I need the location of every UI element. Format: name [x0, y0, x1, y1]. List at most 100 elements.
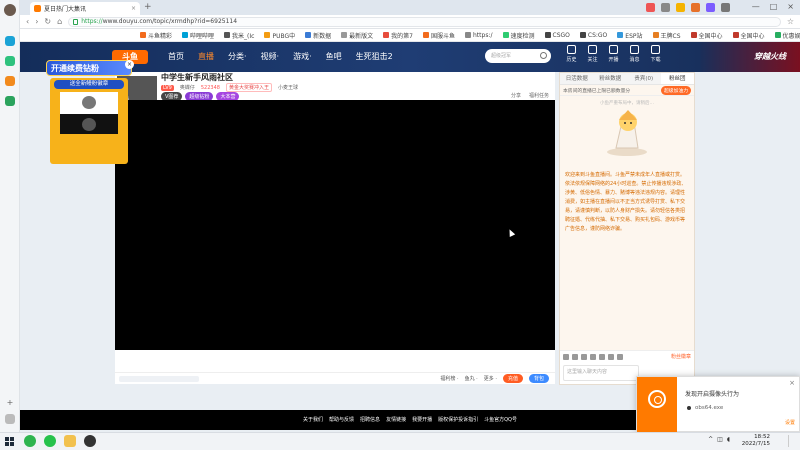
bookmark-item[interactable]: 新数据 [305, 31, 331, 40]
header-icon-item[interactable]: 下载 [647, 45, 664, 63]
url-field[interactable]: https://www.douyu.com/topic/xrmdhp?rid=6… [68, 16, 781, 27]
settings-icon[interactable] [5, 414, 15, 424]
bookmark-item[interactable]: PUBG中 [264, 31, 295, 40]
at-icon[interactable] [572, 353, 578, 360]
gift-item[interactable]: 福利榜 · [440, 375, 458, 382]
bookmark-item[interactable]: 国服斗鱼 [422, 31, 455, 40]
bookmark-item[interactable]: 优惠娱乐 [774, 31, 800, 40]
bookmark-item[interactable]: 我米_(Ic [224, 31, 254, 40]
header-icon-item[interactable]: 消息 [626, 45, 643, 63]
video-player[interactable] [115, 100, 555, 350]
header-banner[interactable]: 穿越火线 [700, 42, 800, 72]
footer-link[interactable]: 关于我们 [303, 410, 323, 430]
footer-link[interactable]: 我要开播 [412, 410, 432, 430]
start-icon[interactable] [5, 437, 14, 446]
show-desktop-button[interactable] [788, 435, 798, 447]
folder-icon[interactable] [64, 435, 76, 447]
chat-tab[interactable]: 粉丝数据 [594, 73, 628, 84]
trash-icon[interactable] [608, 353, 614, 360]
bookmark-item[interactable]: 我的第7 [383, 31, 413, 40]
app-icon[interactable] [5, 76, 15, 86]
header-icon-item[interactable]: 历史 [563, 45, 580, 63]
promo-close-icon[interactable]: × [125, 60, 134, 69]
scissors-icon[interactable] [646, 3, 655, 12]
site-nav-item[interactable]: 视频· [261, 51, 280, 62]
recharge-button[interactable]: 充值 [502, 374, 523, 383]
alert-settings-link[interactable]: 设置 [785, 419, 795, 426]
site-nav-item[interactable]: 游戏· [293, 51, 312, 62]
bookmark-item[interactable]: 全国中心 [732, 31, 765, 40]
site-search-input[interactable]: 超级冠军 [485, 49, 551, 63]
network-icon[interactable]: ◫ [717, 436, 723, 443]
bookmark-item[interactable]: 速度检测 [502, 31, 535, 40]
browser-tab[interactable]: 夏日热门大集讯 × [30, 2, 140, 15]
close-window-icon[interactable]: × [787, 2, 794, 11]
backpack-button[interactable]: 背包 [528, 374, 549, 383]
room-tag[interactable]: 黄金大奖赛冲入王 [225, 83, 272, 92]
bookmark-star-icon[interactable]: ☆ [787, 17, 794, 26]
chat-input[interactable]: 这里输入聊天内容 [563, 365, 639, 381]
settings-icon[interactable] [617, 353, 623, 360]
obs-icon[interactable] [84, 435, 96, 447]
task-button[interactable]: 福利任务 [529, 92, 549, 99]
site-nav-item[interactable]: 生死狙击2 [356, 51, 393, 62]
fans-badge-button[interactable]: 粉丝徽章 [671, 353, 691, 360]
star-icon[interactable] [676, 3, 685, 12]
site-nav-item[interactable]: 首页 [168, 51, 184, 62]
search-icon[interactable] [540, 52, 547, 59]
image-icon[interactable] [599, 353, 605, 360]
promo-popup[interactable]: 送全新鳗粉徽章 开通续费钻粉 × [46, 60, 134, 164]
add-icon[interactable]: + [5, 398, 15, 408]
site-nav-item[interactable]: 分类· [228, 51, 247, 62]
boost-button[interactable]: 超级加油力 [661, 85, 691, 95]
clock[interactable]: 18:52 2022/7/15 [742, 434, 770, 448]
game-icon[interactable] [691, 3, 700, 12]
room-category[interactable]: 小麦王球 [278, 84, 298, 91]
new-tab-button[interactable]: + [144, 2, 152, 12]
volume-icon[interactable]: ◖ [727, 436, 730, 443]
wechat-icon[interactable] [44, 435, 56, 447]
header-icon-item[interactable]: 开播 [605, 45, 622, 63]
chat-tab[interactable]: 日活数据 [560, 73, 594, 84]
emoji-icon[interactable] [563, 353, 569, 360]
chat-app-icon[interactable] [24, 435, 36, 447]
bookmark-item[interactable]: 斗鱼精彩 [140, 31, 172, 40]
footer-link[interactable]: 斗鱼官方QQ号 [484, 410, 517, 430]
forward-icon[interactable]: › [35, 17, 38, 26]
anchor-name[interactable]: 奥蝶仔 [180, 84, 195, 91]
bookmark-item[interactable]: CSGO [544, 32, 570, 39]
footer-link[interactable]: 帮助与反馈 [329, 410, 354, 430]
bookmark-item[interactable]: 最新版文 [341, 31, 373, 40]
reload-icon[interactable]: ↻ [44, 17, 51, 26]
close-tab-icon[interactable]: × [131, 5, 136, 12]
back-icon[interactable]: ‹ [26, 17, 29, 26]
grid-icon[interactable] [661, 3, 670, 12]
bookmark-item[interactable]: https:/ [465, 32, 493, 39]
tray-up-icon[interactable]: ^ [708, 436, 713, 443]
home-icon[interactable]: ⌂ [57, 17, 62, 26]
bookmark-item[interactable]: CS:GO [579, 32, 607, 39]
gift-icon[interactable] [581, 353, 587, 360]
minimize-icon[interactable]: — [752, 2, 760, 11]
maximize-icon[interactable]: □ [770, 2, 778, 11]
app-icon[interactable] [5, 96, 15, 106]
gift-slots[interactable] [119, 376, 199, 382]
footer-link[interactable]: 招聘信息 [360, 410, 380, 430]
menu-icon[interactable] [721, 3, 730, 12]
bookmark-item[interactable]: 王牌CS [652, 31, 681, 40]
site-nav-item[interactable]: 鱼吧 [326, 51, 342, 62]
lock-icon[interactable] [590, 353, 596, 360]
extension-icon[interactable] [706, 3, 715, 12]
chat-tab[interactable]: 贵宾(0) [627, 73, 661, 84]
app-icon[interactable] [5, 36, 15, 46]
chat-tab[interactable]: 粉丝团 [660, 73, 694, 84]
footer-link[interactable]: 版权保护投诉指引 [438, 410, 478, 430]
app-icon[interactable] [5, 56, 15, 66]
site-nav-item[interactable]: 直播 [198, 51, 214, 62]
bookmark-item[interactable]: 哔哩哔哩 [182, 31, 214, 40]
header-icon-item[interactable]: 关注 [584, 45, 601, 63]
bookmark-item[interactable]: 全国中心 [690, 31, 723, 40]
alert-close-icon[interactable]: × [789, 379, 795, 387]
footer-link[interactable]: 友情链接 [386, 410, 406, 430]
gift-item[interactable]: 鱼丸 · [465, 375, 478, 382]
